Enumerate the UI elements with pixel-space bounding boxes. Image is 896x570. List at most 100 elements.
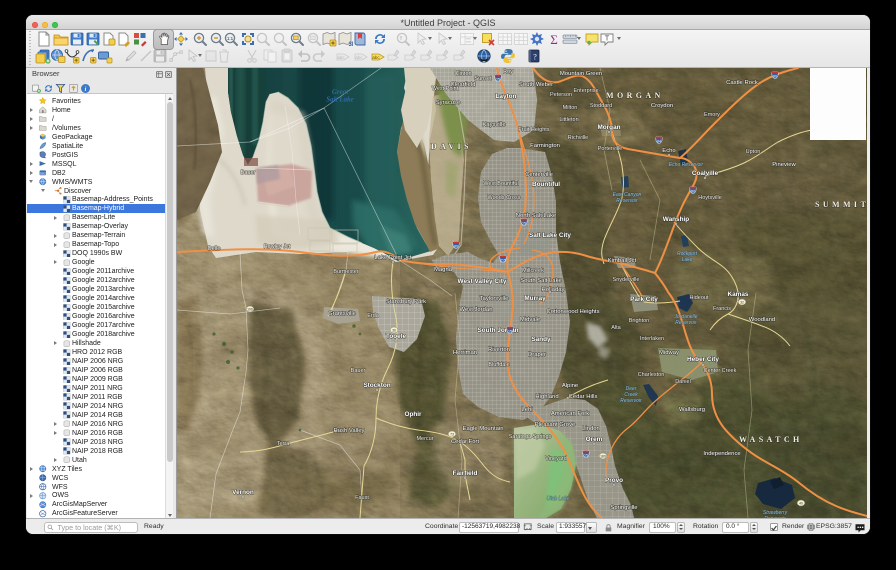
svg-text:WASATCH: WASATCH [739, 435, 803, 444]
svg-text:Fruit Heights: Fruit Heights [518, 127, 549, 133]
svg-text:Bountiful: Bountiful [532, 181, 560, 188]
svg-text:189: 189 [600, 454, 606, 458]
svg-text:Sunset: Sunset [474, 76, 492, 82]
svg-text:Daniel: Daniel [675, 379, 691, 385]
svg-text:Provo: Provo [605, 477, 623, 484]
svg-text:Saratoga Springs: Saratoga Springs [509, 434, 552, 440]
svg-text:Snyderville: Snyderville [613, 277, 640, 283]
svg-text:Cedar Hills: Cedar Hills [569, 394, 598, 400]
svg-text:Reservoir: Reservoir [616, 198, 638, 204]
svg-text:West Point: West Point [432, 86, 459, 92]
svg-text:Highland: Highland [535, 394, 558, 400]
svg-text:Wanship: Wanship [663, 216, 689, 223]
svg-text:Roy: Roy [503, 69, 513, 75]
svg-text:Alpine: Alpine [562, 383, 579, 389]
svg-text:Alta: Alta [611, 325, 621, 331]
svg-text:Lindon: Lindon [582, 426, 600, 432]
svg-text:Peterson: Peterson [550, 92, 572, 98]
svg-text:Erda: Erda [367, 313, 380, 319]
svg-text:Emory: Emory [704, 112, 720, 118]
svg-text:40: 40 [799, 501, 803, 505]
svg-text:Kaysville: Kaysville [482, 122, 506, 128]
svg-text:Littleton: Littleton [559, 117, 578, 123]
svg-text:Sandy: Sandy [531, 336, 551, 343]
svg-text:North Salt Lake: North Salt Lake [516, 213, 557, 219]
svg-text:Bauer: Bauer [241, 170, 256, 176]
svg-text:Stoddard: Stoddard [590, 103, 612, 109]
svg-text:Croydon: Croydon [651, 103, 673, 109]
svg-text:Echo: Echo [662, 148, 676, 154]
svg-text:i: i [85, 85, 87, 92]
svg-text:Bauer: Bauer [351, 368, 366, 374]
svg-text:Bluffdale: Bluffdale [488, 362, 509, 368]
svg-text:Fairfield: Fairfield [453, 470, 478, 477]
svg-text:196: 196 [247, 307, 253, 311]
svg-text:Independence: Independence [703, 451, 741, 457]
svg-text:Clinton: Clinton [454, 71, 471, 77]
svg-text:Pineview: Pineview [772, 162, 796, 168]
svg-text:South Salt Lake: South Salt Lake [520, 278, 562, 284]
svg-text:Interlaken: Interlaken [640, 336, 664, 342]
svg-text:Herriman: Herriman [453, 350, 477, 356]
svg-text:Enterprise: Enterprise [573, 88, 598, 94]
svg-text:Lake Point Jct: Lake Point Jct [374, 255, 411, 261]
svg-text:Delle: Delle [208, 246, 221, 252]
svg-text:Faust: Faust [355, 495, 369, 501]
svg-text:1:1: 1:1 [227, 36, 234, 41]
svg-text:15: 15 [508, 329, 512, 333]
svg-text:Salt Lake City: Salt Lake City [529, 232, 571, 239]
svg-text:Echo Reservoir: Echo Reservoir [669, 162, 704, 168]
svg-text:36: 36 [392, 328, 396, 332]
svg-text:Stansbury Park: Stansbury Park [386, 299, 426, 305]
svg-text:Vineyard: Vineyard [545, 456, 567, 462]
svg-text:Mercur: Mercur [416, 436, 433, 442]
svg-text:West Valley City: West Valley City [458, 278, 507, 285]
svg-text:Layton: Layton [496, 93, 517, 100]
svg-text:Reservoir: Reservoir [675, 320, 697, 326]
svg-text:Σ: Σ [550, 32, 558, 47]
svg-text:Richville: Richville [568, 135, 588, 141]
svg-text:Morgan: Morgan [597, 124, 620, 131]
svg-text:Rush Valley: Rush Valley [334, 428, 365, 434]
svg-text:Magna: Magna [434, 267, 453, 273]
svg-text:Lake: Lake [682, 257, 693, 263]
svg-text:Park City: Park City [630, 296, 658, 303]
svg-text:Orem: Orem [586, 436, 603, 443]
svg-text:South Weber: South Weber [519, 82, 553, 88]
svg-text:Springville: Springville [610, 505, 638, 511]
svg-text:Porterville: Porterville [598, 146, 622, 152]
svg-text:Rowley Jct: Rowley Jct [264, 244, 291, 250]
svg-text:American Fork: American Fork [551, 411, 589, 417]
svg-text:Millcreek: Millcreek [522, 268, 544, 274]
svg-text:abc: abc [337, 55, 345, 60]
svg-text:80: 80 [773, 74, 777, 78]
svg-text:Riverton: Riverton [488, 347, 510, 353]
svg-text:Draper: Draper [528, 352, 546, 358]
svg-text:Farmington: Farmington [530, 143, 560, 149]
svg-text:15: 15 [496, 77, 500, 81]
svg-text:Cedar Fort: Cedar Fort [451, 439, 480, 445]
svg-text:?: ? [533, 53, 537, 62]
svg-text:Mountain Green: Mountain Green [560, 71, 602, 77]
svg-text:Burmester: Burmester [333, 269, 359, 275]
svg-text:Reservoir: Reservoir [620, 398, 642, 404]
svg-text:Terra: Terra [277, 441, 290, 447]
svg-text:80: 80 [454, 244, 458, 248]
svg-text:15: 15 [584, 453, 588, 457]
svg-text:West Jordan: West Jordan [460, 307, 493, 313]
svg-text:T: T [605, 36, 610, 43]
svg-text:DB2: DB2 [40, 171, 46, 175]
svg-text:Woods Cross: Woods Cross [488, 195, 521, 201]
svg-text:Wallsburg: Wallsburg [679, 407, 705, 413]
svg-text:Pleasant Grove: Pleasant Grove [535, 422, 576, 428]
svg-text:Heber City: Heber City [687, 356, 719, 363]
svg-text:abc: abc [372, 55, 380, 60]
svg-text:Stockton: Stockton [363, 382, 390, 389]
svg-text:Grantsville: Grantsville [328, 311, 357, 317]
svg-text:Murray: Murray [524, 295, 546, 302]
svg-text:Castle Rock: Castle Rock [726, 80, 758, 86]
svg-text:Salt Lake: Salt Lake [326, 96, 353, 104]
svg-text:Charleston: Charleston [638, 372, 665, 378]
svg-text:Midway: Midway [659, 350, 679, 356]
svg-text:Eagle Mountain: Eagle Mountain [463, 426, 504, 432]
